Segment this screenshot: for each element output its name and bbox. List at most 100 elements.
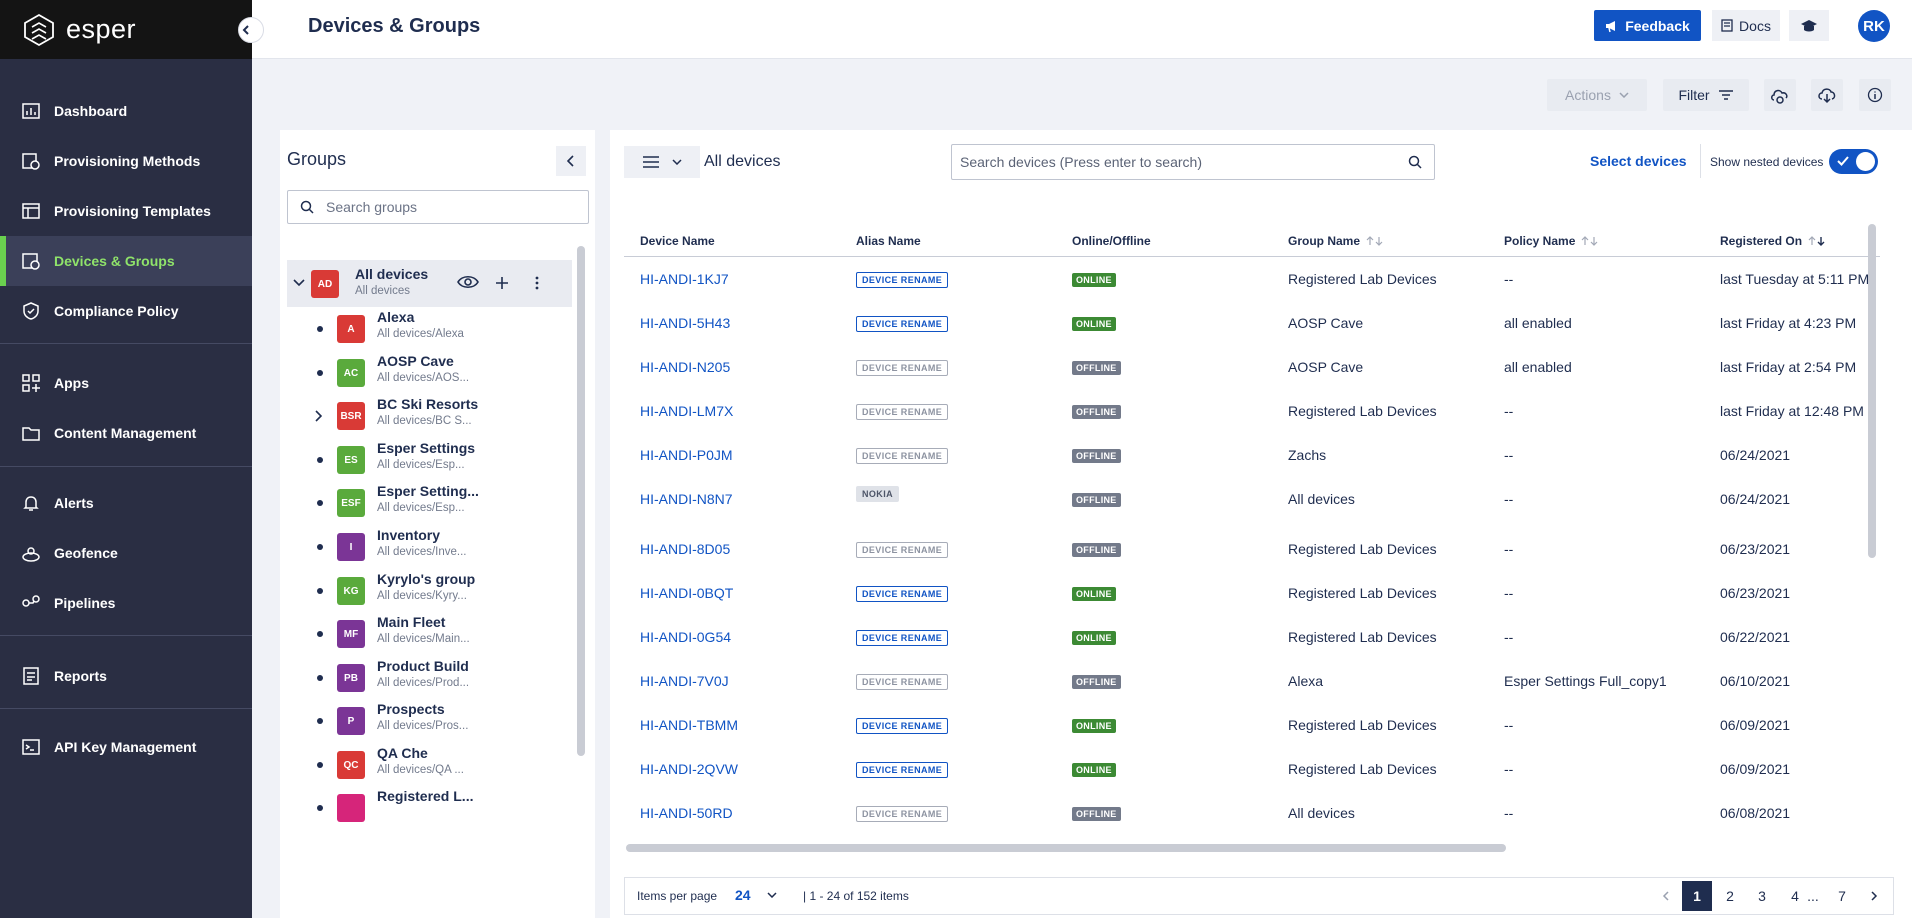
download-button[interactable] bbox=[1811, 79, 1843, 111]
page-button[interactable]: 2 bbox=[1715, 881, 1745, 911]
items-per-page-select[interactable]: 24 bbox=[735, 887, 777, 903]
table-row[interactable]: HI-ANDI-1KJ7 DEVICE RENAME ONLINE Registere… bbox=[610, 260, 1880, 304]
chevron-down-icon[interactable] bbox=[293, 279, 305, 287]
sort-icon[interactable] bbox=[1366, 236, 1384, 246]
show-nested-toggle[interactable] bbox=[1829, 149, 1878, 174]
actions-button[interactable]: Actions bbox=[1547, 79, 1647, 111]
filter-button[interactable]: Filter bbox=[1663, 79, 1749, 111]
table-row[interactable]: HI-ANDI-2QVW DEVICE RENAME ONLINE Registere… bbox=[610, 750, 1880, 794]
column-header-device-name[interactable]: Device Name bbox=[640, 234, 715, 248]
device-name-link[interactable]: HI-ANDI-8D05 bbox=[640, 541, 730, 557]
column-header-registered-on[interactable]: Registered On bbox=[1720, 234, 1826, 248]
group-item[interactable]: BSR BC Ski Resorts All devices/BC S... bbox=[287, 394, 572, 437]
table-row[interactable]: HI-ANDI-0BQT DEVICE RENAME ONLINE Registere… bbox=[610, 574, 1880, 618]
group-item-all-devices[interactable]: AD All devices All devices bbox=[287, 260, 572, 307]
table-row[interactable]: HI-ANDI-50RD DEVICE RENAME OFFLINE All devi… bbox=[610, 794, 1880, 838]
group-item[interactable]: ESF Esper Setting... All devices/Esp... bbox=[287, 481, 572, 524]
page-button[interactable]: 1 bbox=[1682, 881, 1712, 911]
column-header-group-name[interactable]: Group Name bbox=[1288, 234, 1384, 248]
sidebar-item-geofence[interactable]: Geofence bbox=[0, 528, 252, 578]
device-name-link[interactable]: HI-ANDI-0BQT bbox=[640, 585, 733, 601]
group-item[interactable]: MF Main Fleet All devices/Main... bbox=[287, 612, 572, 655]
group-settings-button[interactable] bbox=[1764, 79, 1796, 111]
group-item[interactable]: QC QA Che All devices/QA ... bbox=[287, 743, 572, 786]
more-vertical-icon[interactable] bbox=[535, 276, 539, 290]
academy-button[interactable] bbox=[1789, 10, 1829, 41]
device-name-link[interactable]: HI-ANDI-N8N7 bbox=[640, 491, 733, 507]
table-row[interactable]: HI-ANDI-P0JM DEVICE RENAME OFFLINE Zachs -- 0… bbox=[610, 436, 1880, 480]
eye-icon[interactable] bbox=[457, 274, 479, 290]
alias-tag[interactable]: DEVICE RENAME bbox=[856, 586, 949, 602]
table-row[interactable]: HI-ANDI-7V0J DEVICE RENAME OFFLINE Alexa Esp… bbox=[610, 662, 1880, 706]
sidebar-item-reports[interactable]: Reports bbox=[0, 651, 252, 701]
alias-tag[interactable]: DEVICE RENAME bbox=[856, 806, 949, 822]
alias-tag[interactable]: DEVICE RENAME bbox=[856, 718, 949, 734]
table-row[interactable]: HI-ANDI-N205 DEVICE RENAME OFFLINE AOSP Cav… bbox=[610, 348, 1880, 392]
device-name-link[interactable]: HI-ANDI-5H43 bbox=[640, 315, 730, 331]
alias-tag[interactable]: DEVICE RENAME bbox=[856, 674, 949, 690]
sidebar-item-provisioning-methods[interactable]: Provisioning Methods bbox=[0, 136, 252, 186]
collapse-groups-button[interactable] bbox=[556, 146, 586, 176]
feedback-button[interactable]: Feedback bbox=[1594, 10, 1701, 41]
sidebar-item-apps[interactable]: Apps bbox=[0, 358, 252, 408]
groups-scrollbar[interactable] bbox=[577, 246, 585, 756]
docs-button[interactable]: Docs bbox=[1712, 10, 1780, 41]
device-name-link[interactable]: HI-ANDI-TBMM bbox=[640, 717, 738, 733]
view-switcher-button[interactable] bbox=[624, 146, 700, 178]
sidebar-item-content-management[interactable]: Content Management bbox=[0, 408, 252, 458]
table-row[interactable]: HI-ANDI-0G54 DEVICE RENAME ONLINE Registere… bbox=[610, 618, 1880, 662]
group-item[interactable]: I Inventory All devices/Inve... bbox=[287, 525, 572, 568]
alias-tag[interactable]: DEVICE RENAME bbox=[856, 542, 949, 558]
group-item[interactable]: Registered L... bbox=[287, 786, 572, 829]
table-horizontal-scrollbar[interactable] bbox=[626, 844, 1506, 852]
sort-descending-icon[interactable] bbox=[1808, 236, 1826, 246]
group-item[interactable]: A Alexa All devices/Alexa bbox=[287, 307, 572, 350]
group-item[interactable]: PB Product Build All devices/Prod... bbox=[287, 656, 572, 699]
user-avatar[interactable]: RK bbox=[1858, 10, 1890, 42]
device-name-link[interactable]: HI-ANDI-0G54 bbox=[640, 629, 731, 645]
table-row[interactable]: HI-ANDI-LM7X DEVICE RENAME OFFLINE Register… bbox=[610, 392, 1880, 436]
search-groups-input[interactable]: Search groups bbox=[287, 190, 589, 224]
alias-tag[interactable]: DEVICE RENAME bbox=[856, 630, 949, 646]
device-name-link[interactable]: HI-ANDI-1KJ7 bbox=[640, 271, 729, 287]
sidebar-item-api-key-management[interactable]: API Key Management bbox=[0, 722, 252, 772]
table-row[interactable]: HI-ANDI-N8N7 NOKIA OFFLINE All devices -- 06/… bbox=[610, 480, 1880, 524]
sidebar-item-dashboard[interactable]: Dashboard bbox=[0, 86, 252, 136]
column-header-policy-name[interactable]: Policy Name bbox=[1504, 234, 1599, 248]
device-name-link[interactable]: HI-ANDI-50RD bbox=[640, 805, 733, 821]
search-devices-input[interactable]: Search devices (Press enter to search) bbox=[951, 144, 1435, 180]
chevron-right-icon[interactable] bbox=[315, 410, 322, 422]
group-item[interactable]: AC AOSP Cave All devices/AOS... bbox=[287, 351, 572, 394]
alias-tag[interactable]: DEVICE RENAME bbox=[856, 404, 949, 420]
sidebar-item-compliance-policy[interactable]: Compliance Policy bbox=[0, 286, 252, 336]
select-devices-button[interactable]: Select devices bbox=[1590, 153, 1687, 169]
device-name-link[interactable]: HI-ANDI-N205 bbox=[640, 359, 730, 375]
sidebar-item-provisioning-templates[interactable]: Provisioning Templates bbox=[0, 186, 252, 236]
device-name-link[interactable]: HI-ANDI-7V0J bbox=[640, 673, 729, 689]
column-header-alias-name[interactable]: Alias Name bbox=[856, 234, 921, 248]
sidebar-item-pipelines[interactable]: Pipelines bbox=[0, 578, 252, 628]
device-name-link[interactable]: HI-ANDI-P0JM bbox=[640, 447, 733, 463]
device-name-link[interactable]: HI-ANDI-2QVW bbox=[640, 761, 738, 777]
group-item[interactable]: ES Esper Settings All devices/Esp... bbox=[287, 438, 572, 481]
next-page-button[interactable] bbox=[1859, 881, 1889, 911]
info-button[interactable] bbox=[1859, 79, 1891, 111]
group-item[interactable]: P Prospects All devices/Pros... bbox=[287, 699, 572, 742]
alias-tag[interactable]: DEVICE RENAME bbox=[856, 448, 949, 464]
column-header-online-offline[interactable]: Online/Offline bbox=[1072, 234, 1151, 248]
sidebar-collapse-button[interactable] bbox=[238, 17, 264, 43]
table-row[interactable]: HI-ANDI-TBMM DEVICE RENAME ONLINE Registere… bbox=[610, 706, 1880, 750]
page-button[interactable]: 7 bbox=[1827, 881, 1857, 911]
alias-tag[interactable]: DEVICE RENAME bbox=[856, 360, 949, 376]
group-item[interactable]: KG Kyrylo's group All devices/Kyry... bbox=[287, 569, 572, 612]
prev-page-button[interactable] bbox=[1650, 881, 1680, 911]
sidebar-item-devices-groups[interactable]: Devices & Groups bbox=[0, 236, 252, 286]
page-button[interactable]: 3 bbox=[1747, 881, 1777, 911]
alias-tag[interactable]: DEVICE RENAME bbox=[856, 316, 949, 332]
device-name-link[interactable]: HI-ANDI-LM7X bbox=[640, 403, 733, 419]
alias-tag[interactable]: NOKIA bbox=[856, 486, 899, 502]
alias-tag[interactable]: DEVICE RENAME bbox=[856, 272, 949, 288]
brand[interactable]: esper bbox=[0, 0, 264, 59]
table-row[interactable]: HI-ANDI-5H43 DEVICE RENAME ONLINE AOSP Cave… bbox=[610, 304, 1880, 348]
plus-icon[interactable] bbox=[495, 276, 509, 290]
